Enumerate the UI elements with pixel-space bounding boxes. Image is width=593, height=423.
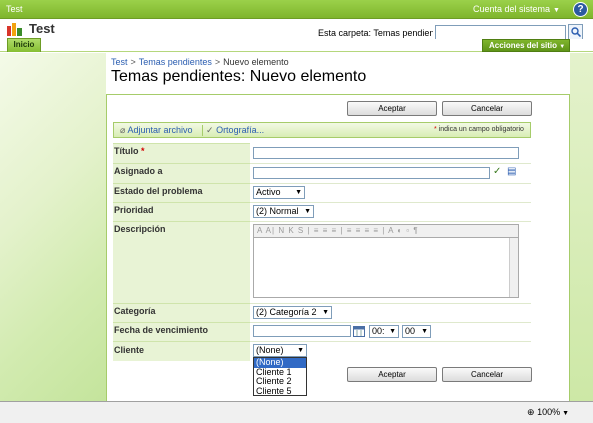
chevron-down-icon: ▼: [421, 328, 428, 335]
breadcrumb-item-list[interactable]: Temas pendientes: [139, 57, 212, 67]
row-divider: [250, 221, 531, 222]
chevron-down-icon: ▼: [562, 410, 570, 417]
category-label: Categoría: [114, 306, 156, 316]
help-icon[interactable]: ?: [573, 2, 588, 17]
tab-home[interactable]: Inicio: [7, 38, 41, 52]
cancel-button-bottom[interactable]: Cancelar: [442, 367, 532, 382]
search-input[interactable]: [435, 25, 566, 40]
row-divider: [250, 322, 531, 323]
page-title: Temas pendientes: Nuevo elemento: [111, 68, 367, 85]
chevron-down-icon: ▼: [297, 347, 304, 354]
chevron-down-icon: ▼: [559, 44, 566, 50]
chevron-down-icon: ▼: [322, 309, 329, 316]
form-toolbar: ⌀ Adjuntar archivo ✓ Ortografía... * ind…: [113, 122, 531, 138]
spelling-button[interactable]: ✓ Ortografía...: [206, 125, 264, 136]
left-decorative-panel: [0, 53, 106, 401]
chevron-down-icon: ▼: [553, 7, 560, 14]
breadcrumb-item-site[interactable]: Test: [111, 57, 128, 67]
due-minute-value: 00: [405, 326, 416, 336]
breadcrumb-item-current: Nuevo elemento: [223, 57, 289, 67]
top-bar: Test Cuenta del sistema ▼ ?: [0, 0, 593, 19]
row-divider: [250, 303, 531, 304]
priority-value: (2) Normal: [256, 206, 299, 216]
category-value: (2) Categoría 2: [256, 307, 317, 317]
due-hour-select[interactable]: 00: ▼: [369, 325, 399, 338]
calendar-icon[interactable]: [353, 325, 365, 337]
status-select[interactable]: Activo ▼: [253, 186, 305, 199]
right-decorative-panel: [570, 53, 593, 401]
title-field[interactable]: [253, 147, 519, 159]
site-actions-label: Acciones del sitio: [489, 41, 558, 50]
required-marker: *: [434, 126, 437, 133]
description-editor[interactable]: [253, 238, 519, 298]
ok-button-top[interactable]: Aceptar: [347, 101, 437, 116]
spellcheck-icon: ✓: [206, 125, 214, 135]
paperclip-icon: ⌀: [120, 125, 126, 135]
assigned-to-field[interactable]: [253, 167, 490, 179]
required-note-text: indica un campo obligatorio: [438, 126, 524, 133]
client-label: Cliente: [114, 345, 145, 355]
site-title[interactable]: Test: [29, 21, 55, 36]
breadcrumb: Test > Temas pendientes > Nuevo elemento: [111, 57, 289, 67]
address-book-icon[interactable]: ▤: [507, 166, 516, 177]
zoom-icon: ⊕: [527, 407, 535, 417]
client-value: (None): [256, 345, 284, 355]
site-actions-menu[interactable]: Acciones del sitio ▼: [482, 39, 570, 52]
check-names-icon[interactable]: ✓: [493, 166, 501, 177]
spelling-label: Ortografía...: [216, 125, 265, 135]
priority-select[interactable]: (2) Normal ▼: [253, 205, 314, 218]
row-divider: [250, 183, 531, 184]
status-value: Activo: [256, 187, 281, 197]
due-minute-select[interactable]: 00 ▼: [402, 325, 431, 338]
search-icon: [570, 27, 581, 37]
client-option[interactable]: Cliente 5: [254, 386, 306, 397]
client-dropdown-list: (None) Cliente 1 Cliente 2 Cliente 5: [253, 357, 307, 396]
assigned-label: Asignado a: [114, 166, 163, 176]
search-scope-label: Esta carpeta: Temas pendienti: [318, 28, 433, 38]
site-logo-icon: [7, 23, 22, 36]
search-scope-select[interactable]: Esta carpeta: Temas pendienti ▼: [318, 26, 433, 40]
account-label: Cuenta del sistema: [473, 4, 551, 14]
chevron-down-icon: ▼: [389, 328, 396, 335]
browser-status-bar: ⊕ 100% ▼: [0, 401, 593, 423]
category-select[interactable]: (2) Categoría 2 ▼: [253, 306, 332, 319]
chevron-down-icon: ▼: [304, 208, 311, 215]
breadcrumb-separator: >: [130, 57, 136, 67]
title-label: Título *: [113, 146, 250, 156]
cancel-button-top[interactable]: Cancelar: [442, 101, 532, 116]
row-divider: [250, 163, 531, 164]
ok-button-bottom[interactable]: Aceptar: [347, 367, 437, 382]
scrollbar[interactable]: [509, 238, 518, 297]
due-date-label: Fecha de vencimiento: [114, 325, 209, 335]
row-divider: [250, 341, 531, 342]
row-divider: [250, 202, 531, 203]
priority-label: Prioridad: [114, 205, 154, 215]
chevron-down-icon: ▼: [295, 189, 302, 196]
zoom-control[interactable]: ⊕ 100% ▼: [527, 407, 569, 418]
toolbar-divider: [202, 125, 203, 136]
top-bar-site-link[interactable]: Test: [6, 4, 23, 14]
search-button[interactable]: [568, 24, 583, 40]
account-menu[interactable]: Cuenta del sistema ▼: [473, 4, 560, 14]
title-label-text: Título: [114, 146, 139, 156]
attach-file-label: Adjuntar archivo: [127, 125, 193, 135]
rich-text-toolbar[interactable]: A A| N K S | ≡ ≡ ≡ | ≡ ≡ ≡ ≡ | A ◐ ▫ ¶: [253, 224, 519, 238]
attach-file-button[interactable]: ⌀ Adjuntar archivo: [120, 125, 192, 136]
zoom-value: 100%: [537, 407, 561, 417]
title-required-marker: *: [141, 146, 145, 156]
required-note: * indica un campo obligatorio: [434, 126, 524, 133]
due-hour-value: 00:: [372, 326, 385, 336]
due-date-field[interactable]: [253, 325, 351, 337]
breadcrumb-separator: >: [214, 57, 221, 67]
description-label: Descripción: [114, 224, 166, 234]
client-select[interactable]: (None) ▼: [253, 344, 307, 357]
status-label: Estado del problema: [114, 186, 203, 196]
